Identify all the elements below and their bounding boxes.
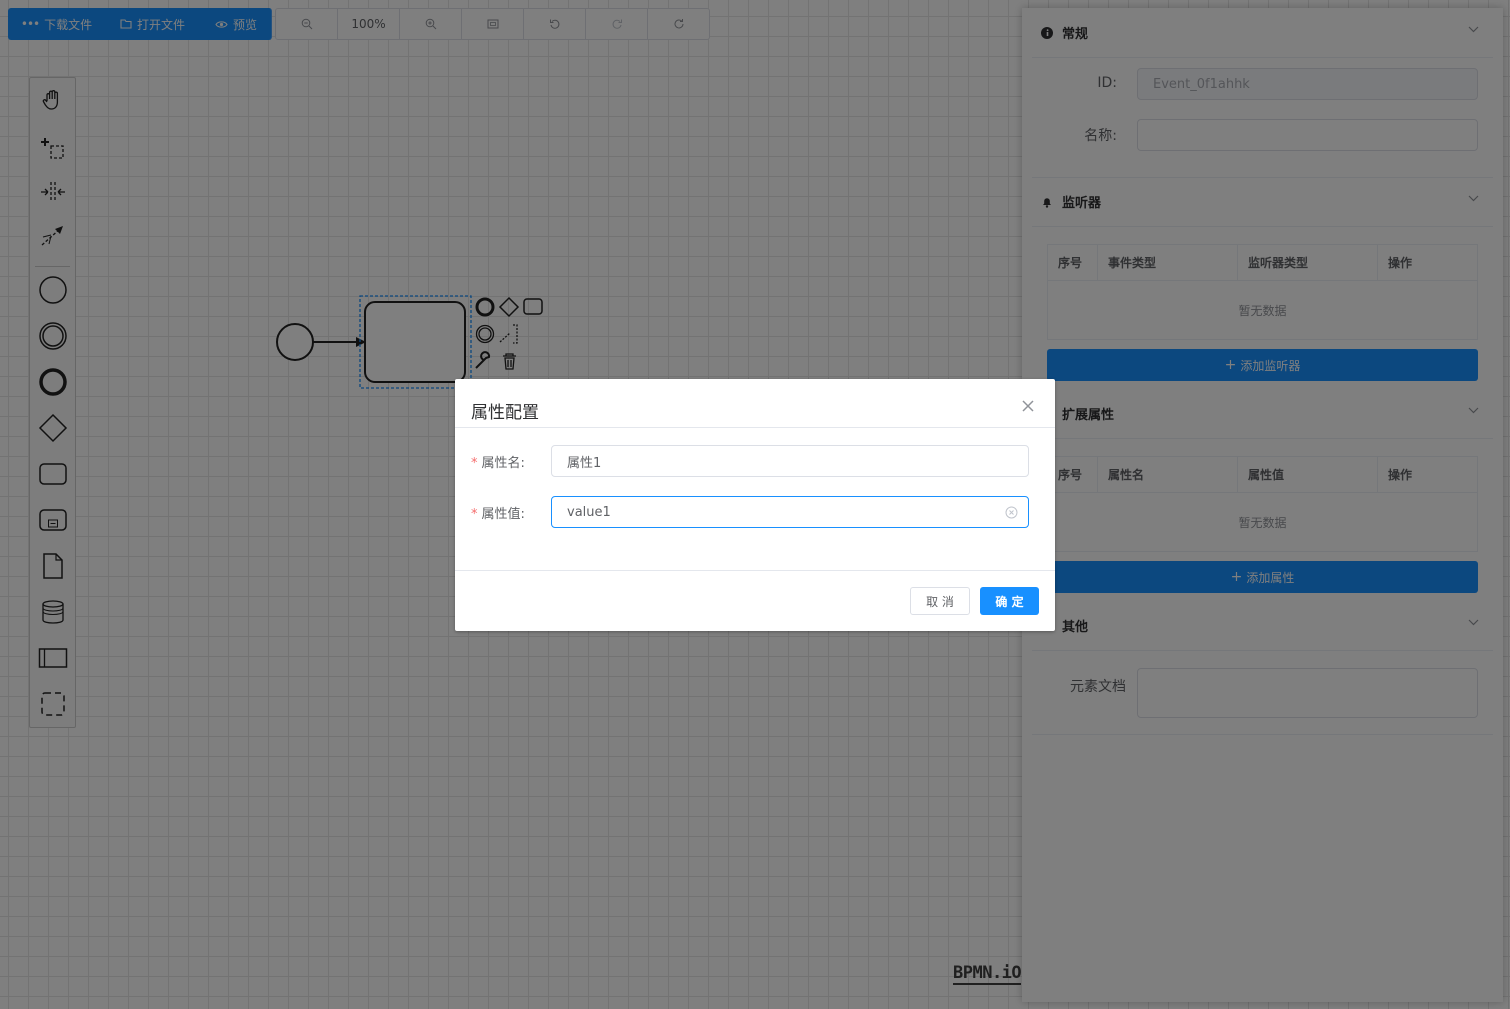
property-name-input[interactable]: 属性1 <box>551 445 1029 477</box>
property-value-input[interactable]: value1 <box>551 496 1029 528</box>
property-config-dialog: 属性配置 * 属性名: 属性1 * 属性值: value1 取 消 确 定 <box>455 379 1055 631</box>
cancel-button[interactable]: 取 消 <box>910 587 970 615</box>
property-value-label: * 属性值: <box>471 503 551 522</box>
confirm-button[interactable]: 确 定 <box>980 587 1039 615</box>
dialog-header-divider <box>455 427 1055 428</box>
close-icon[interactable] <box>1021 399 1035 413</box>
required-asterisk: * <box>471 456 478 471</box>
property-value-text: value1 <box>567 504 611 520</box>
required-asterisk: * <box>471 507 478 522</box>
property-name-label-text: 属性名: <box>481 456 525 471</box>
clear-icon[interactable] <box>1005 506 1018 519</box>
dialog-title: 属性配置 <box>471 403 539 423</box>
property-value-label-text: 属性值: <box>481 507 525 522</box>
property-name-label: * 属性名: <box>471 452 551 471</box>
dialog-footer-divider <box>455 570 1055 571</box>
